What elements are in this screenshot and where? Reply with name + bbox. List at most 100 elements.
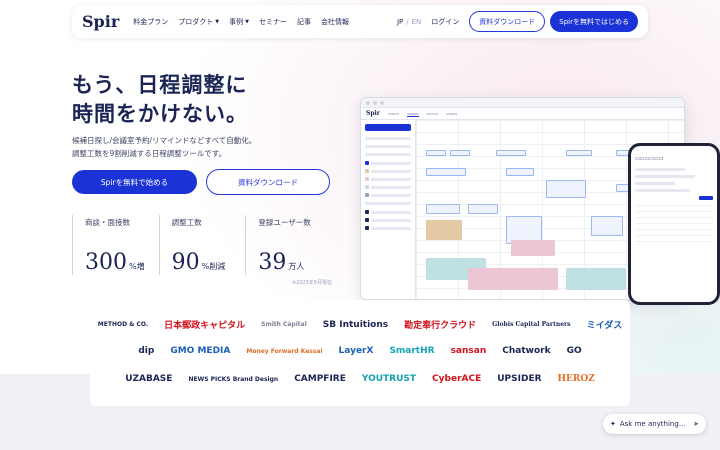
nav-label: 料金プラン (133, 17, 169, 26)
calendar-event (591, 216, 623, 236)
lang-en[interactable]: EN (412, 18, 422, 26)
chevron-down-icon: ▼ (245, 18, 249, 25)
login-link[interactable]: ログイン (431, 17, 459, 27)
sidebar-line (365, 202, 411, 205)
sidebar-calendar (365, 185, 411, 189)
nav-product[interactable]: プロダクト ▼ (178, 17, 219, 27)
logo-layerx: LayerX (338, 346, 374, 356)
stat-number: 300 (85, 250, 127, 275)
window-dot (373, 100, 377, 105)
logo-uzabase: UZABASE (125, 374, 173, 384)
chevron-down-icon: ▼ (215, 18, 220, 25)
header-download-button[interactable]: 資料ダウンロード (469, 11, 546, 32)
sidebar-line (365, 137, 411, 140)
logo-smarthr: SmartHR (389, 346, 435, 356)
stat-unit: %増 (129, 262, 145, 271)
logo-dip: dip (138, 346, 155, 356)
stat-value: 90 %削減 (172, 250, 226, 275)
window-dot (380, 100, 384, 105)
window-dot (366, 100, 370, 105)
customer-logos: METHOD & CO. 日本郵政キャピタル Smith Capital SB … (90, 300, 630, 406)
calendar-event (566, 268, 626, 290)
spir-logo[interactable]: Spir (82, 12, 119, 31)
logo-row-3: UZABASE NEWS PICKS Brand Design CAMPFIRE… (90, 374, 630, 384)
sidebar-line (365, 145, 411, 148)
calendar-event (426, 220, 462, 240)
send-icon[interactable]: ➤ (693, 420, 699, 428)
chip-line (371, 193, 411, 197)
calendar-event (566, 150, 592, 156)
logo-method: METHOD & CO. (97, 321, 149, 328)
logo-chatwork: Chatwork (502, 346, 551, 356)
nav-label: 会社情報 (320, 17, 349, 26)
chip-line (371, 226, 411, 230)
sidebar-calendar (365, 169, 411, 173)
sparkle-icon: ✦ (610, 420, 616, 428)
logo-cyberace: CyberACE (432, 374, 482, 384)
app-sidebar (361, 120, 416, 299)
hero-sub-line2: 調整工数を9割削減する日程調整ツールです。 (72, 149, 227, 158)
app-tab: ▭▭▭ (446, 111, 458, 116)
lang-jp[interactable]: JP (397, 18, 403, 26)
hero-subtitle: 候補日探し/会議室予約/リマインドなどすべて自動化。 調整工数を9割削減する日程… (72, 134, 256, 160)
phone-line (635, 189, 690, 192)
sidebar-calendar (365, 210, 411, 214)
logo-miidas: ミイダス (586, 321, 623, 331)
stat-unit: 万人 (288, 262, 305, 271)
window-titlebar (361, 98, 684, 108)
chip-line (371, 161, 411, 165)
start-free-button[interactable]: Spirを無料で始める (72, 170, 197, 194)
phone-line (635, 168, 685, 171)
nav-cases[interactable]: 事例 ▼ (229, 17, 249, 27)
nav-pricing[interactable]: 料金プラン (133, 17, 168, 27)
stat-meetings: 商談・面接数 300 %増 (72, 215, 159, 275)
language-switcher: JP / EN (397, 18, 421, 26)
stat-label: 登録ユーザー数 (258, 218, 311, 227)
logo-row-1: METHOD & CO. 日本郵政キャピタル Smith Capital SB … (90, 318, 630, 332)
logo-youtrust: YOUTRUST (361, 374, 417, 384)
logo-money-forward: Money Forward Kessai (246, 347, 323, 355)
calendar-event (426, 204, 460, 214)
download-button[interactable]: 資料ダウンロード (206, 169, 330, 195)
calendar-event (468, 268, 558, 290)
stat-unit: %削減 (201, 262, 226, 271)
header-start-button[interactable]: Spirを無料ではじめる (550, 11, 638, 32)
calendar-event (506, 168, 534, 176)
logo-sb-intuitions: SB Intuitions (322, 319, 389, 330)
logo-sansan: sansan (450, 346, 487, 356)
phone-app-mockup: ▭▭▭▭▭▭ (628, 143, 720, 305)
ask-assistant-bar[interactable]: ✦ Ask me anything... ➤ (603, 414, 706, 434)
stat-users: 登録ユーザー数 39 万人 (245, 215, 332, 275)
nav-company[interactable]: 会社情報 (321, 17, 349, 27)
nav-label: セミナー (258, 17, 287, 26)
calendar-color (365, 185, 369, 189)
nav-articles[interactable]: 記事 (297, 17, 311, 27)
calendar-color (365, 169, 369, 173)
sidebar-line (365, 153, 411, 156)
nav-seminar[interactable]: セミナー (259, 17, 287, 27)
app-tab: ▭▭▭ (387, 111, 400, 116)
logo-newspicks: NEWS PICKS Brand Design (188, 375, 279, 383)
chip-line (371, 169, 411, 173)
stat-label: 商談・面接数 (85, 218, 130, 227)
lang-separator: / (406, 17, 409, 26)
stat-number: 90 (171, 250, 200, 275)
nav-label: 事例 (229, 17, 244, 26)
sidebar-calendar (365, 218, 411, 222)
stats-note: ※2025年6月現在 (292, 280, 333, 286)
hero-title-line1: もう、日程調整に (72, 73, 248, 97)
calendar-event (468, 204, 498, 214)
calendar-event (426, 150, 446, 156)
stat-label: 調整工数 (171, 218, 202, 227)
phone-row (635, 236, 713, 242)
sidebar-calendar (365, 226, 411, 230)
chip-line (371, 177, 411, 181)
site-header: Spir 料金プラン プロダクト ▼ 事例 ▼ セミナー 記事 会社情報 JP / … (72, 5, 648, 38)
phone-line (635, 175, 695, 178)
stat-workload: 調整工数 90 %削減 (158, 215, 246, 275)
logo-heroz: HEROZ (557, 374, 595, 384)
logo-gmo-media: GMO MEDIA (170, 346, 231, 356)
nav-label: プロダクト (178, 17, 214, 26)
app-create-button (365, 124, 411, 131)
sidebar-calendar (365, 177, 411, 181)
